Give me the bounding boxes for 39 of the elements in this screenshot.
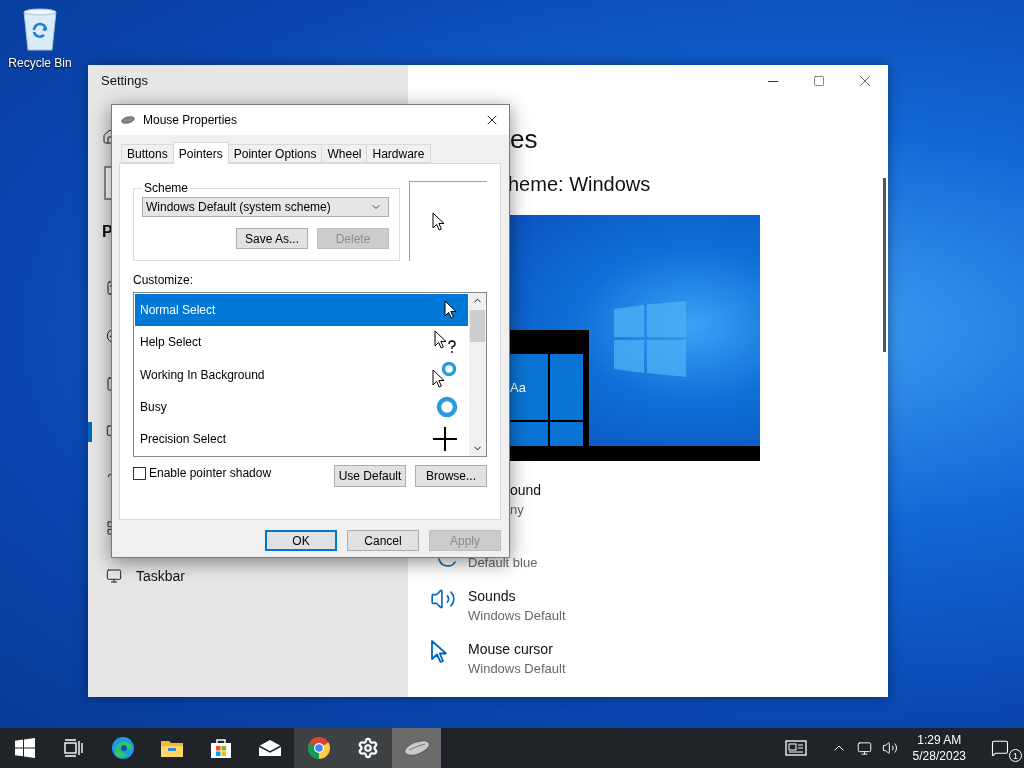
dialog-button[interactable]: Cancel [347, 530, 419, 551]
pointer-name: Normal Select [140, 303, 216, 318]
setting-value: Default blue [468, 554, 539, 572]
dialog-button[interactable]: OK [265, 530, 337, 551]
setting-value: ny [510, 501, 525, 519]
pointer-name: Precision Select [140, 431, 227, 446]
notifications-button[interactable]: 1 [976, 728, 1024, 768]
list-button[interactable]: Browse... [415, 465, 487, 487]
tab[interactable]: Pointers [172, 142, 229, 164]
window-title: Settings [100, 72, 149, 90]
list-item[interactable]: Working In Background [135, 358, 468, 391]
scheme-dropdown[interactable]: Windows Default (system scheme) [142, 197, 389, 217]
tab[interactable]: Hardware [366, 144, 431, 163]
clock[interactable]: 1:29 AM 5/28/2023 [902, 733, 976, 763]
setting-value: Windows Default [468, 660, 567, 678]
page-heading: es [510, 123, 539, 156]
list-button[interactable]: Use Default [334, 465, 406, 487]
scheme-button[interactable]: Save As... [236, 228, 308, 249]
nav-item[interactable]: Taskbar [136, 568, 186, 584]
dialog-title: Mouse Properties [143, 113, 239, 127]
setting-title[interactable]: ound [510, 480, 888, 500]
customize-label: Customize: [133, 273, 195, 287]
pointer-name: Working In Background [140, 367, 265, 382]
list-item[interactable]: Busy [135, 390, 468, 423]
tab[interactable]: Pointer Options [227, 144, 323, 163]
checkbox-label[interactable]: Enable pointer shadow [149, 466, 272, 480]
group-label: Scheme [143, 181, 190, 195]
list-item[interactable]: Help Select [135, 326, 468, 359]
tab[interactable]: Wheel [321, 144, 368, 163]
desktop-icon-label[interactable]: Recycle Bin [8, 56, 72, 70]
pointer-name: Help Select [140, 335, 202, 350]
list-item[interactable]: Precision Select [135, 422, 468, 455]
list-item[interactable]: Normal Select [135, 294, 468, 327]
setting-title[interactable]: Sounds [468, 586, 888, 606]
pointer-name: Busy [140, 399, 167, 414]
setting-title[interactable]: Mouse cursor [468, 639, 888, 659]
tab[interactable]: Buttons [121, 144, 174, 163]
setting-value: Windows Default [468, 607, 567, 625]
notification-badge: 1 [1009, 749, 1022, 762]
